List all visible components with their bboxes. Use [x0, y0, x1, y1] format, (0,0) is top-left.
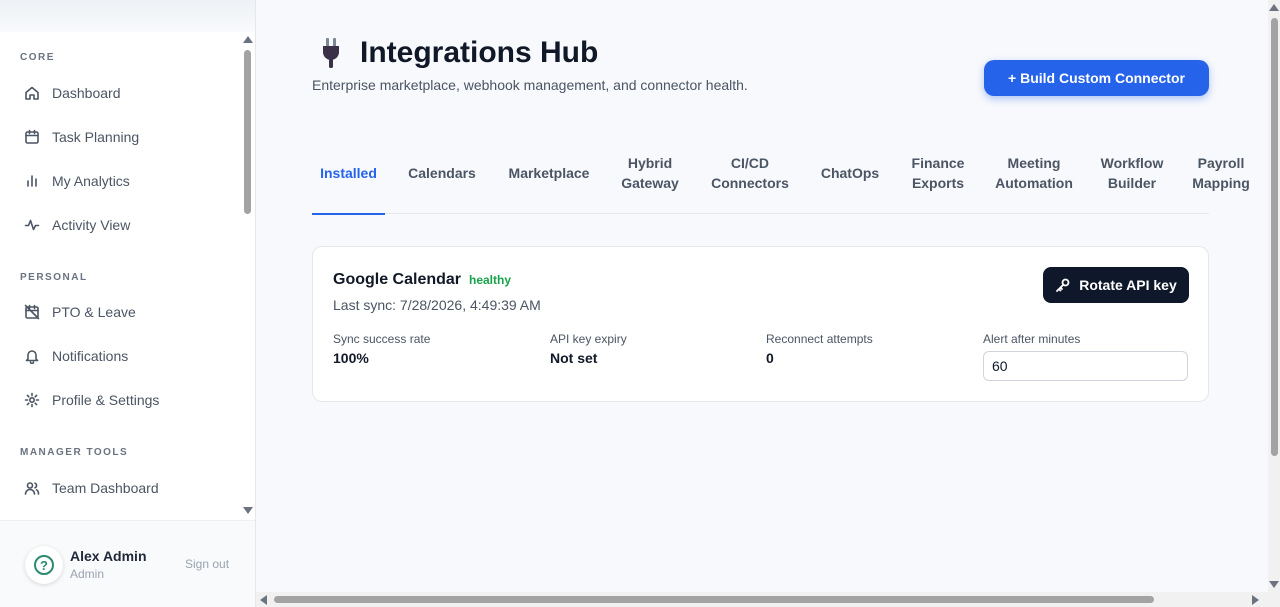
- sidebar-item-pto-leave[interactable]: PTO & Leave: [14, 295, 234, 329]
- sidebar-item-label: My Analytics: [52, 173, 130, 189]
- sidebar-item-my-analytics[interactable]: My Analytics: [14, 164, 234, 198]
- user-panel: ? Alex Admin Admin Sign out: [0, 520, 255, 607]
- tab-hybrid-gateway[interactable]: Hybrid Gateway: [612, 132, 688, 214]
- page-vertical-scrollbar-thumb[interactable]: [1271, 18, 1278, 456]
- scroll-left-arrow-icon[interactable]: [260, 595, 267, 605]
- rotate-api-key-button[interactable]: Rotate API key: [1043, 267, 1189, 303]
- sign-out-link[interactable]: Sign out: [185, 557, 229, 571]
- page-title: Integrations Hub: [360, 36, 599, 69]
- help-circle-icon: ?: [34, 555, 54, 575]
- sidebar-item-notifications[interactable]: Notifications: [14, 339, 234, 373]
- sidebar-item-team-dashboard[interactable]: Team Dashboard: [14, 471, 234, 505]
- section-label-manager-tools: MANAGER TOOLS: [20, 447, 129, 458]
- scroll-down-arrow-icon[interactable]: [243, 507, 253, 514]
- calendar-off-icon: [24, 304, 40, 320]
- user-name: Alex Admin: [70, 548, 147, 564]
- alert-minutes-label: Alert after minutes: [983, 332, 1081, 346]
- tab-marketplace[interactable]: Marketplace: [499, 132, 599, 214]
- integration-card: Google Calendar healthy Last sync: 7/28/…: [312, 246, 1209, 402]
- alert-minutes-input[interactable]: [983, 351, 1188, 381]
- scroll-up-arrow-icon[interactable]: [1269, 4, 1279, 11]
- tab-meeting-automation[interactable]: Meeting Automation: [988, 132, 1080, 214]
- tab-chatops[interactable]: ChatOps: [812, 132, 888, 214]
- sidebar-item-label: Dashboard: [52, 85, 121, 101]
- metric-value-reconnect-attempts: 0: [766, 350, 774, 366]
- tab-workflow-builder[interactable]: Workflow Builder: [1094, 132, 1170, 214]
- sidebar-item-dashboard[interactable]: Dashboard: [14, 76, 234, 110]
- page-subtitle: Enterprise marketplace, webhook manageme…: [312, 77, 748, 93]
- sidebar-item-label: Task Planning: [52, 129, 140, 145]
- bar-chart-icon: [27, 175, 37, 187]
- sidebar-item-label: Team Dashboard: [52, 480, 159, 496]
- build-custom-connector-button[interactable]: + Build Custom Connector: [984, 60, 1209, 96]
- users-icon: [24, 482, 40, 495]
- calendar-icon: [25, 129, 39, 144]
- sidebar: CORE Dashboard Task Planning My Analytic…: [0, 0, 256, 607]
- metric-value-api-key-expiry: Not set: [550, 350, 598, 366]
- sidebar-header: [0, 0, 255, 32]
- tab-cicd-connectors[interactable]: CI/CD Connectors: [702, 132, 798, 214]
- gear-icon: [24, 392, 40, 408]
- metric-value-sync-success-rate: 100%: [333, 350, 369, 366]
- metric-label-reconnect-attempts: Reconnect attempts: [766, 332, 873, 346]
- key-icon: [1056, 278, 1070, 292]
- sidebar-item-profile-settings[interactable]: Profile & Settings: [14, 383, 234, 417]
- activity-icon: [24, 219, 40, 231]
- main-content: Integrations Hub Enterprise marketplace,…: [256, 0, 1268, 592]
- integration-name: Google Calendar: [333, 271, 462, 288]
- sidebar-item-label: Activity View: [52, 217, 131, 233]
- section-label-personal: PERSONAL: [20, 272, 88, 283]
- home-icon: [25, 86, 39, 100]
- sidebar-scrollbar[interactable]: [242, 32, 254, 520]
- tab-calendars[interactable]: Calendars: [401, 132, 483, 214]
- page-vertical-scrollbar[interactable]: [1268, 0, 1280, 592]
- sidebar-item-activity-view[interactable]: Activity View: [14, 208, 234, 242]
- sidebar-item-label: PTO & Leave: [52, 304, 136, 320]
- sidebar-scrollbar-thumb[interactable]: [244, 50, 251, 214]
- scroll-up-arrow-icon[interactable]: [243, 36, 253, 43]
- plug-icon: [323, 38, 339, 68]
- avatar[interactable]: ?: [25, 546, 63, 584]
- metric-label-api-key-expiry: API key expiry: [550, 332, 627, 346]
- sidebar-item-task-planning[interactable]: Task Planning: [14, 120, 234, 154]
- tab-finance-exports[interactable]: Finance Exports: [902, 132, 974, 214]
- user-role: Admin: [70, 567, 105, 581]
- tab-installed[interactable]: Installed: [312, 132, 385, 215]
- status-badge: healthy: [469, 273, 512, 287]
- scroll-down-arrow-icon[interactable]: [1269, 581, 1279, 588]
- page-horizontal-scrollbar-thumb[interactable]: [274, 596, 1154, 603]
- bell-icon: [25, 350, 39, 364]
- metric-label-sync-success-rate: Sync success rate: [333, 332, 431, 346]
- scroll-right-arrow-icon[interactable]: [1252, 595, 1259, 605]
- tab-bar: Installed Calendars Marketplace Hybrid Ga…: [312, 132, 1250, 215]
- sidebar-item-label: Profile & Settings: [52, 392, 160, 408]
- page-header: Integrations Hub: [320, 36, 598, 70]
- tab-payroll-mapping[interactable]: Payroll Mapping: [1184, 132, 1258, 214]
- page-horizontal-scrollbar[interactable]: [256, 592, 1280, 607]
- sidebar-nav: CORE Dashboard Task Planning My Analytic…: [0, 32, 255, 520]
- last-sync-text: Last sync: 7/28/2026, 4:49:39 AM: [333, 297, 541, 313]
- sidebar-item-label: Notifications: [52, 348, 129, 364]
- section-label-core: CORE: [20, 52, 55, 63]
